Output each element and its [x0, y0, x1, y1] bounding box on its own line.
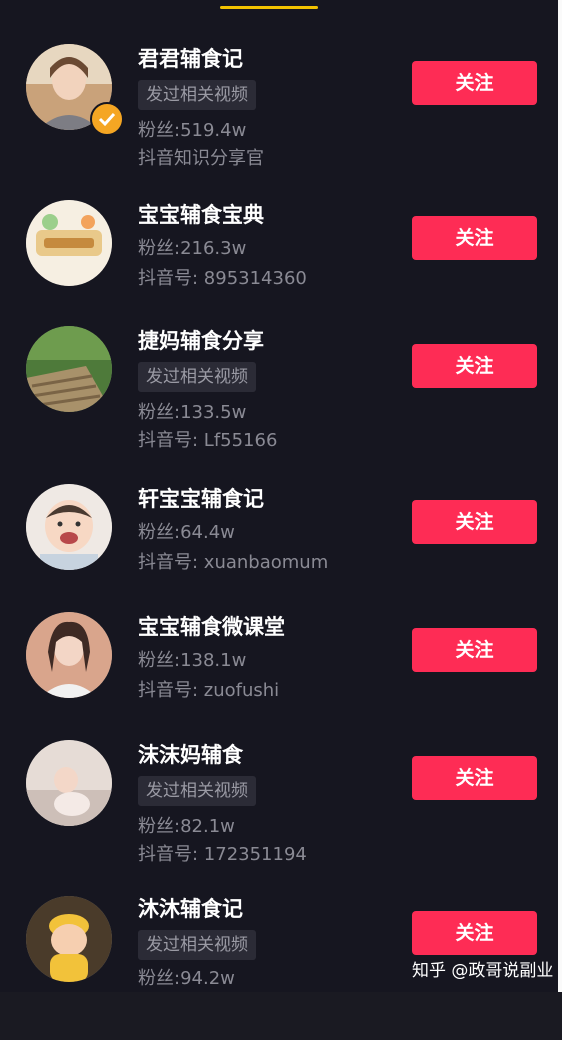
fans-count: 粉丝:138.1w [138, 650, 247, 671]
account-name: 沫沫妈辅食 [138, 743, 243, 767]
account-name: 轩宝宝辅食记 [138, 487, 264, 511]
account-name: 君君辅食记 [138, 47, 243, 71]
garden-stairs-avatar-image [26, 326, 112, 412]
woman-portrait-2-avatar-image [26, 612, 112, 698]
fans-count: 粉丝:216.3w [138, 238, 247, 259]
posted-related-video-tag: 发过相关视频 [138, 362, 256, 392]
douyin-id: 抖音号: xuanbaomum [138, 552, 329, 573]
fans-count: 粉丝:133.5w [138, 402, 247, 423]
verified-badge-icon [90, 102, 124, 136]
avatar[interactable] [26, 326, 112, 412]
follow-button[interactable]: 关注 [412, 344, 537, 388]
posted-related-video-tag: 发过相关视频 [138, 80, 256, 110]
screen-edge [558, 0, 562, 992]
account-name: 宝宝辅食微课堂 [138, 615, 285, 639]
account-name: 宝宝辅食宝典 [138, 203, 264, 227]
account-name: 沐沐辅食记 [138, 897, 243, 921]
posted-related-video-tag: 发过相关视频 [138, 930, 256, 960]
user-row[interactable]: 沫沫妈辅食 发过相关视频 粉丝:82.1w 抖音号: 172351194 关注 [0, 736, 558, 886]
fans-count: 粉丝:519.4w [138, 120, 247, 141]
follow-button[interactable]: 关注 [412, 628, 537, 672]
avatar[interactable] [26, 612, 112, 698]
douyin-id: 抖音号: 895314360 [138, 268, 307, 289]
follow-button[interactable]: 关注 [412, 61, 537, 105]
search-user-results-screen: 君君辅食记 发过相关视频 粉丝:519.4w 抖音知识分享官 关注 宝宝辅食宝典… [0, 0, 558, 992]
cartoon-logo-avatar-image [26, 200, 112, 286]
user-row[interactable]: 捷妈辅食分享 发过相关视频 粉丝:133.5w 抖音号: Lf55166 关注 [0, 322, 558, 472]
active-tab-indicator [220, 6, 318, 9]
cartoon-doll-avatar-image [26, 896, 112, 982]
baby-on-sofa-avatar-image [26, 740, 112, 826]
avatar[interactable] [26, 200, 112, 286]
avatar[interactable] [26, 740, 112, 826]
fans-count: 粉丝:94.2w [138, 968, 235, 989]
fans-count: 粉丝:82.1w [138, 816, 235, 837]
follow-button[interactable]: 关注 [412, 216, 537, 260]
douyin-id: 抖音号: 172351194 [138, 844, 307, 865]
douyin-id: 抖音号: zuofushi [138, 680, 280, 701]
follow-button[interactable]: 关注 [412, 911, 537, 955]
posted-related-video-tag: 发过相关视频 [138, 776, 256, 806]
douyin-id: 抖音号: Lf55166 [138, 430, 278, 451]
watermark: 知乎 @政哥说副业 [412, 961, 554, 981]
follow-button[interactable]: 关注 [412, 500, 537, 544]
account-name: 捷妈辅食分享 [138, 329, 264, 353]
user-row[interactable]: 君君辅食记 发过相关视频 粉丝:519.4w 抖音知识分享官 关注 [0, 40, 558, 190]
avatar[interactable] [26, 896, 112, 982]
account-description: 抖音知识分享官 [138, 148, 264, 169]
follow-button[interactable]: 关注 [412, 756, 537, 800]
avatar[interactable] [26, 484, 112, 570]
fans-count: 粉丝:64.4w [138, 522, 235, 543]
baby-face-avatar-image [26, 484, 112, 570]
